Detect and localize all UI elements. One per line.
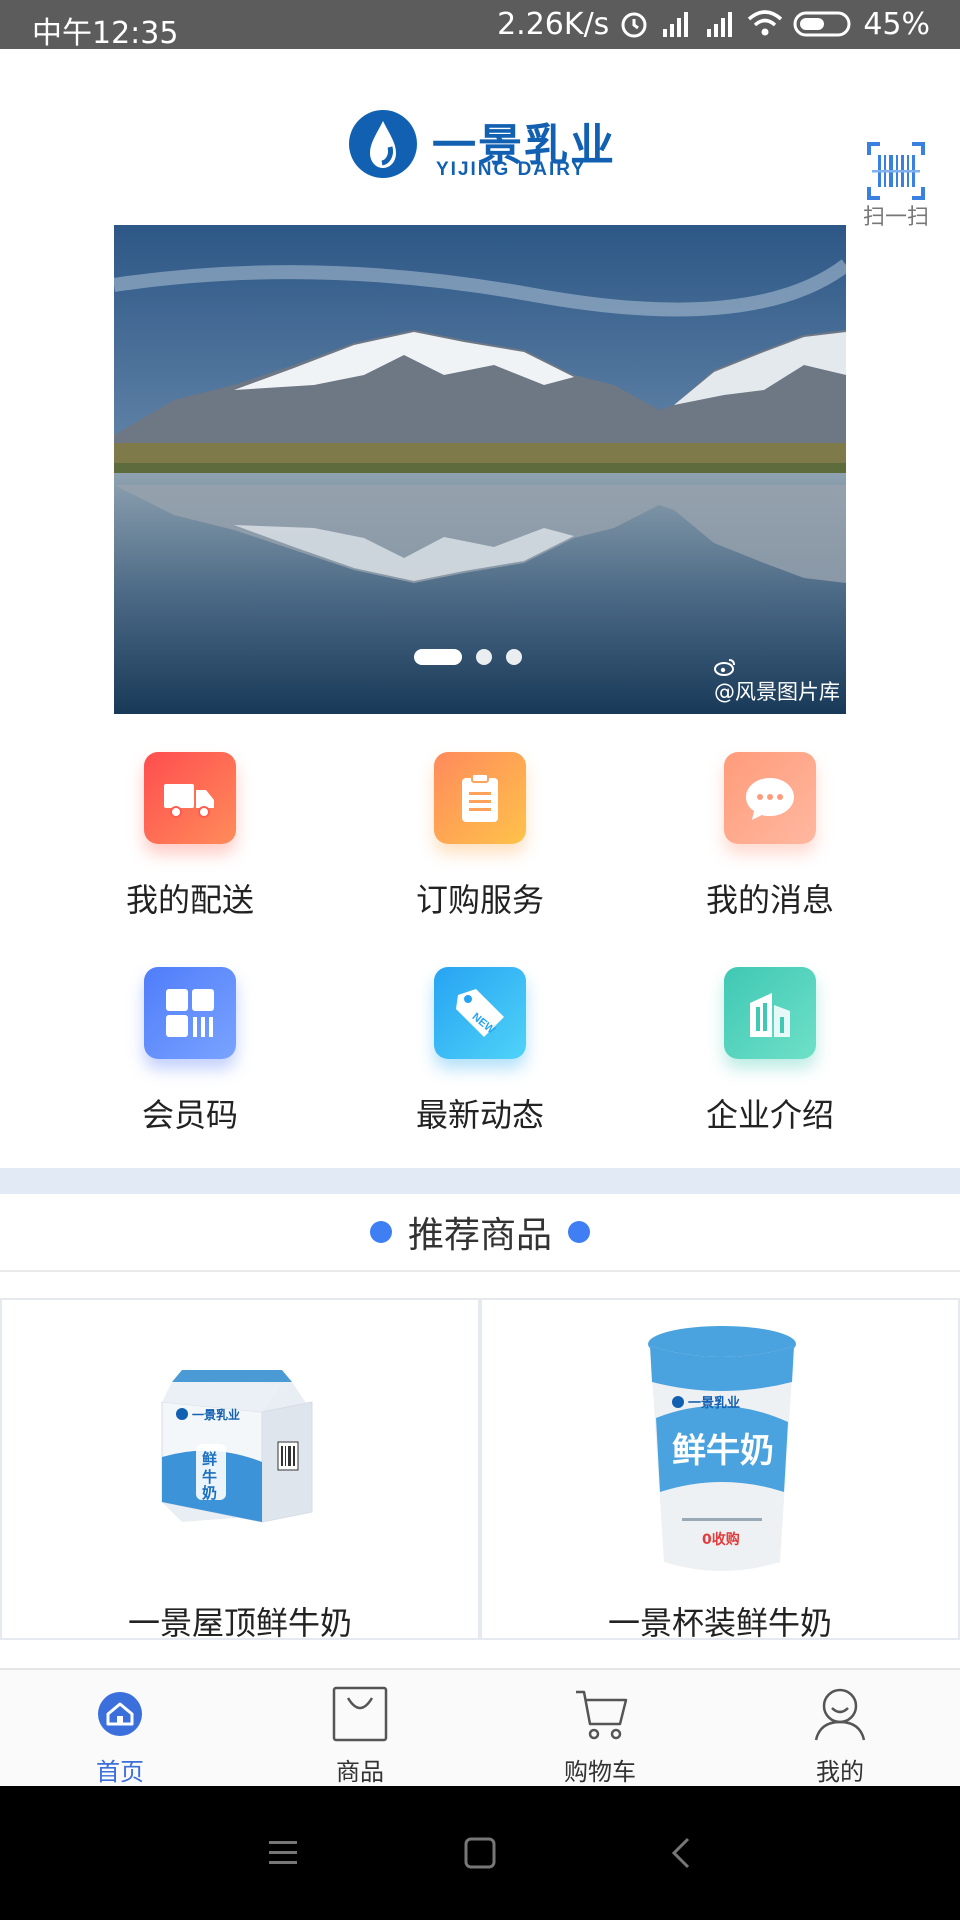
menu-label: 我的消息: [705, 881, 834, 919]
tab-products[interactable]: 商品: [240, 1670, 480, 1788]
menu-order-service[interactable]: 订购服务: [320, 740, 640, 940]
brand-logo-icon: [349, 110, 417, 178]
title-dot-left: [369, 1221, 392, 1243]
battery-icon: [793, 11, 851, 37]
status-time: 中午12:35: [32, 16, 179, 51]
network-speed: 2.26K/s: [497, 6, 610, 42]
tab-label: 我的: [816, 1758, 864, 1786]
section-separator: [0, 1168, 960, 1194]
menu-latest-news[interactable]: NEW 最新动态: [320, 955, 640, 1155]
svg-text:一景乳业: 一景乳业: [688, 1395, 740, 1411]
menu-label: 会员码: [141, 1096, 238, 1134]
home-icon: [98, 1692, 142, 1736]
home-button-icon[interactable]: [460, 1833, 500, 1873]
menu-label: 我的配送: [125, 881, 254, 919]
barcode-scan-icon: [867, 142, 925, 200]
back-icon[interactable]: [662, 1833, 702, 1873]
system-nav-bar: [0, 1786, 960, 1920]
scan-label: 扫一扫: [862, 205, 929, 230]
milk-carton-image: 鲜 牛 奶 一景乳业: [161, 1370, 313, 1523]
clipboard-icon: [434, 752, 526, 844]
wifi-icon: [748, 10, 783, 36]
menu-my-delivery[interactable]: 我的配送: [30, 740, 350, 940]
product-card[interactable]: 鲜 牛 奶 一景乳业 一景屋顶鲜牛奶: [0, 1298, 480, 1642]
menu-label: 最新动态: [415, 1096, 544, 1134]
tab-label: 首页: [96, 1758, 144, 1786]
svg-text:0收购: 0收购: [702, 1531, 740, 1548]
product-name: 一景杯装鲜牛奶: [607, 1604, 832, 1642]
user-icon: [814, 1688, 866, 1741]
tab-label: 购物车: [564, 1758, 636, 1786]
signal-hd-icon: [663, 12, 689, 37]
recommend-title: 推荐商品: [407, 1215, 552, 1256]
product-card[interactable]: 鲜牛奶 一景乳业 0收购 一景杯装鲜牛奶: [480, 1298, 960, 1642]
weibo-icon: [714, 659, 735, 676]
delivery-truck-icon: [144, 752, 236, 844]
menu-my-messages[interactable]: 我的消息: [610, 740, 930, 940]
menu-member-code[interactable]: 会员码: [30, 955, 350, 1155]
banner-watermark: @风景图片库: [714, 658, 840, 706]
shopping-bag-icon: [332, 1686, 388, 1742]
member-code-icon: [144, 967, 236, 1059]
milk-cup-image: 鲜牛奶 一景乳业 0收购: [648, 1326, 796, 1571]
new-tag-icon: NEW: [434, 967, 526, 1059]
bottom-tab-bar: 首页 商品 购物车 我的: [0, 1668, 960, 1786]
quick-menu-grid: 我的配送 订购服务 我的消息 会员码 NEW 最新动态 企业介绍: [0, 740, 960, 1160]
tab-mine[interactable]: 我的: [720, 1670, 960, 1788]
status-bar: 中午12:35 2.26K/s 45%: [0, 0, 960, 51]
carousel-dot[interactable]: [506, 649, 522, 665]
chat-bubble-icon: [724, 752, 816, 844]
scan-button[interactable]: 扫一扫: [856, 95, 936, 230]
product-name: 一景屋顶鲜牛奶: [127, 1604, 352, 1642]
tab-home[interactable]: 首页: [0, 1670, 240, 1788]
svg-text:一景乳业: 一景乳业: [192, 1407, 240, 1422]
menu-label: 订购服务: [415, 881, 544, 919]
signal-icon: [707, 12, 733, 37]
svg-text:鲜: 鲜: [202, 1450, 217, 1468]
recommend-section-title: 推荐商品: [0, 1194, 960, 1272]
brand-name-en: YIJING DAIRY: [436, 159, 586, 180]
banner-carousel[interactable]: @风景图片库: [114, 225, 846, 714]
carousel-dot-active[interactable]: [414, 649, 462, 665]
menu-company-intro[interactable]: 企业介绍: [610, 955, 930, 1155]
menu-label: 企业介绍: [705, 1096, 834, 1134]
watermark-text: @风景图片库: [714, 680, 840, 704]
app-header: 一景乳业 YIJING DAIRY 扫一扫: [0, 49, 960, 230]
brand-logo: 一景乳业 YIJING DAIRY: [346, 103, 616, 183]
svg-text:鲜牛奶: 鲜牛奶: [672, 1431, 774, 1471]
svg-text:奶: 奶: [202, 1484, 217, 1502]
tab-label: 商品: [336, 1758, 384, 1786]
alarm-icon: [621, 12, 647, 38]
cart-icon: [576, 1690, 628, 1740]
menu-icon[interactable]: [263, 1836, 303, 1870]
product-list: 鲜 牛 奶 一景乳业 一景屋顶鲜牛奶 鲜牛奶 一景乳业 0收购 一景杯装鲜牛奶: [0, 1298, 960, 1642]
status-right: 2.26K/s 45%: [497, 6, 930, 42]
title-dot-right: [568, 1221, 590, 1243]
banner-landscape-image: [114, 225, 846, 714]
carousel-indicator: [414, 649, 522, 665]
carousel-dot[interactable]: [476, 649, 492, 665]
battery-percent: 45%: [863, 6, 930, 42]
building-icon: [724, 967, 816, 1059]
tab-cart[interactable]: 购物车: [480, 1670, 720, 1788]
